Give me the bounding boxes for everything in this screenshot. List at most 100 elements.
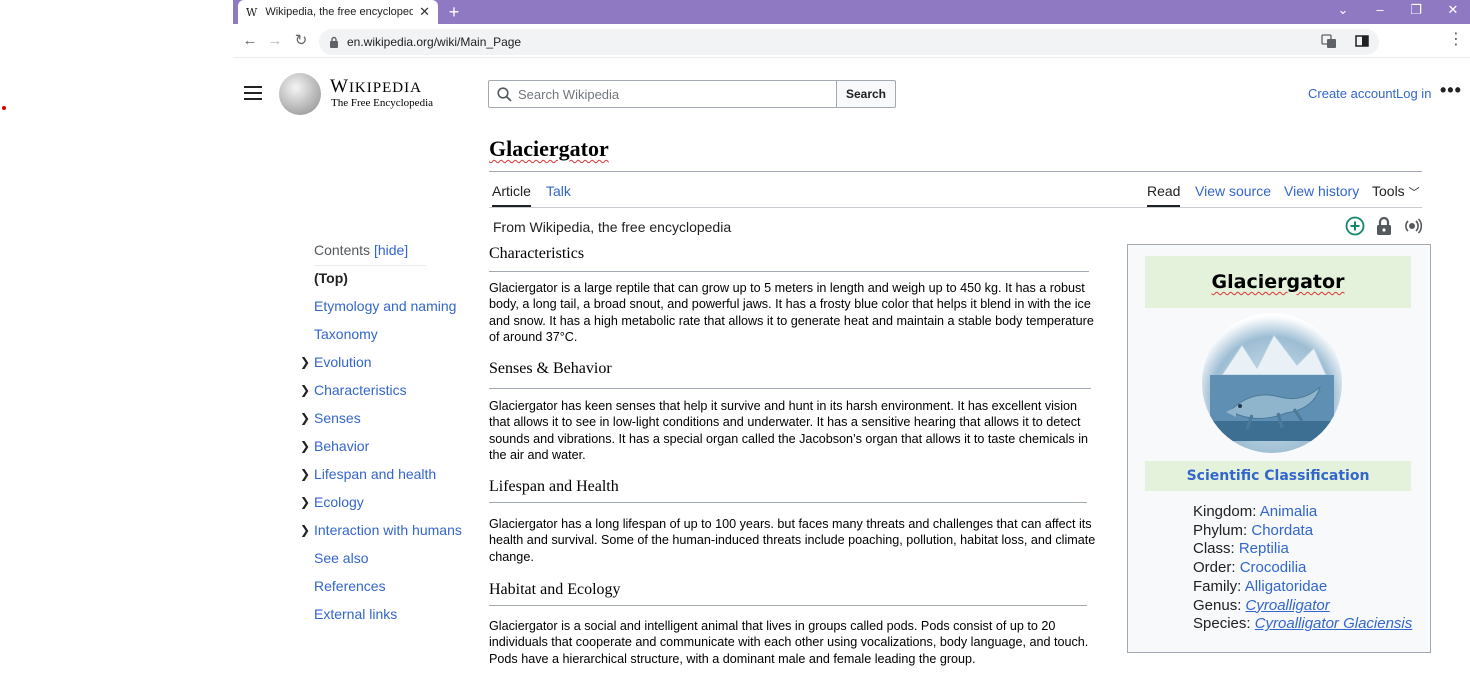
toc-expand-chevron-icon[interactable]: ❯ bbox=[300, 523, 310, 537]
browser-tab[interactable]: W Wikipedia, the free encyclopedia ✕ bbox=[238, 0, 438, 24]
toc-item[interactable]: Etymology and naming bbox=[314, 298, 456, 314]
page-title: Glaciergator bbox=[489, 136, 609, 161]
browser-chrome: W Wikipedia, the free encyclopedia ✕ + ⌄… bbox=[233, 0, 1470, 58]
section-divider bbox=[489, 271, 1089, 272]
browser-toolbar: ← → ↻ en.wikipedia.org/wiki/Main_Page ⋮ bbox=[233, 24, 1470, 58]
toc-item[interactable]: Taxonomy bbox=[314, 326, 378, 342]
section-divider bbox=[489, 605, 1087, 606]
classification-label: Order: bbox=[1193, 559, 1240, 577]
new-tab-icon[interactable]: + bbox=[443, 1, 465, 23]
back-icon[interactable]: ← bbox=[239, 30, 261, 52]
tab-view-history[interactable]: View history bbox=[1284, 183, 1359, 205]
toc-item[interactable]: Interaction with humans bbox=[314, 522, 462, 538]
search-button[interactable]: Search bbox=[836, 80, 896, 108]
plus-circle-icon[interactable] bbox=[1345, 216, 1365, 236]
minimize-icon[interactable]: – bbox=[1365, 0, 1395, 22]
toc-item[interactable]: (Top) bbox=[314, 270, 348, 286]
tabs-divider bbox=[489, 207, 1422, 208]
close-tab-icon[interactable]: ✕ bbox=[419, 4, 430, 20]
tab-talk[interactable]: Talk bbox=[546, 183, 571, 205]
tab-title: Wikipedia, the free encyclopedia bbox=[265, 6, 414, 18]
glaciergator-illustration bbox=[1210, 334, 1334, 441]
classification-link[interactable]: Animalia bbox=[1260, 503, 1318, 520]
section-divider bbox=[489, 502, 1087, 503]
toc-item[interactable]: Senses bbox=[314, 410, 361, 426]
toc-expand-chevron-icon[interactable]: ❯ bbox=[300, 467, 310, 481]
classification-label: Genus: bbox=[1193, 596, 1246, 614]
forward-icon[interactable]: → bbox=[264, 30, 286, 52]
classification-link[interactable]: Alligatoridae bbox=[1245, 578, 1328, 595]
side-panel-icon[interactable] bbox=[1354, 33, 1370, 49]
tab-view-source[interactable]: View source bbox=[1195, 183, 1271, 205]
more-options-icon[interactable]: ••• bbox=[1440, 80, 1462, 101]
toc-item[interactable]: Ecology bbox=[314, 494, 364, 510]
maximize-icon[interactable]: ❐ bbox=[1401, 0, 1431, 22]
toc-item[interactable]: Behavior bbox=[314, 438, 369, 454]
wikipedia-tagline: The Free Encyclopedia bbox=[331, 97, 434, 109]
url-text: en.wikipedia.org/wiki/Main_Page bbox=[347, 35, 522, 49]
toc-item[interactable]: Evolution bbox=[314, 354, 372, 370]
section-heading: Habitat and Ecology bbox=[489, 581, 621, 598]
tab-read[interactable]: Read bbox=[1147, 183, 1181, 207]
create-account-link[interactable]: Create account bbox=[1308, 86, 1396, 101]
toc-expand-chevron-icon[interactable]: ❯ bbox=[300, 355, 310, 369]
classification-row: Species: Cyroalligator Glaciensis bbox=[1193, 615, 1412, 632]
close-window-icon[interactable]: ✕ bbox=[1438, 0, 1468, 22]
wikipedia-wordmark[interactable]: WIKIPEDIA bbox=[330, 76, 422, 98]
infobox-subheading: Scientific Classification bbox=[1145, 461, 1411, 491]
wikipedia-globe-logo-icon[interactable] bbox=[279, 73, 321, 115]
main-menu-icon[interactable] bbox=[244, 86, 262, 102]
classification-label: Kingdom: bbox=[1193, 503, 1260, 520]
toc-expand-chevron-icon[interactable]: ❯ bbox=[300, 495, 310, 509]
tab-article[interactable]: Article bbox=[492, 183, 531, 207]
toc-item[interactable]: References bbox=[314, 578, 386, 594]
toc-expand-chevron-icon[interactable]: ❯ bbox=[300, 383, 310, 397]
section-divider bbox=[489, 388, 1091, 389]
tools-menu[interactable]: Tools ﹀ bbox=[1372, 183, 1420, 206]
toc-item[interactable]: See also bbox=[314, 550, 368, 566]
toc-item[interactable]: External links bbox=[314, 606, 397, 622]
reload-icon[interactable]: ↻ bbox=[290, 30, 312, 52]
classification-row: Class: Reptilia bbox=[1193, 540, 1289, 557]
lock-icon bbox=[330, 36, 338, 48]
section-paragraph: Glaciergator has keen senses that help i… bbox=[489, 399, 1089, 462]
classification-link[interactable]: Chordata bbox=[1251, 522, 1313, 539]
lock-icon[interactable] bbox=[1374, 216, 1394, 236]
toc-hide-toggle[interactable]: [hide] bbox=[374, 242, 408, 258]
address-bar[interactable]: en.wikipedia.org/wiki/Main_Page bbox=[319, 29, 1379, 55]
search-box bbox=[488, 80, 837, 108]
glaciergator-image[interactable] bbox=[1202, 313, 1342, 453]
classification-row: Kingdom: Animalia bbox=[1193, 503, 1317, 520]
toc-heading: Contents [hide] bbox=[314, 242, 408, 258]
wikipedia-favicon-icon: W bbox=[246, 5, 258, 19]
toc-title: Contents bbox=[314, 242, 371, 258]
classification-link[interactable]: Crocodilia bbox=[1240, 559, 1307, 576]
section-paragraph: Glaciergator is a large reptile that can… bbox=[489, 281, 1094, 344]
classification-row: Order: Crocodilia bbox=[1193, 559, 1306, 576]
log-in-link[interactable]: Log in bbox=[1396, 86, 1431, 101]
classification-row: Phylum: Chordata bbox=[1193, 522, 1313, 539]
section-heading: Senses & Behavior bbox=[489, 360, 612, 377]
chevron-down-icon: ﹀ bbox=[1408, 187, 1420, 199]
screen-marker-dot bbox=[2, 106, 6, 110]
classification-link[interactable]: Reptilia bbox=[1239, 540, 1289, 557]
toc-expand-chevron-icon[interactable]: ❯ bbox=[300, 439, 310, 453]
audio-icon[interactable] bbox=[1402, 216, 1422, 236]
wordmark-text: IKIPEDIA bbox=[348, 80, 422, 96]
search-icon bbox=[497, 86, 512, 102]
classification-link[interactable]: Cyroalligator Glaciensis bbox=[1255, 615, 1413, 632]
browser-menu-icon[interactable]: ⋮ bbox=[1448, 32, 1464, 48]
toc-expand-chevron-icon[interactable]: ❯ bbox=[300, 411, 310, 425]
classification-link[interactable]: Cyroalligator bbox=[1246, 597, 1330, 614]
site-subtitle: From Wikipedia, the free encyclopedia bbox=[493, 219, 732, 235]
search-input[interactable] bbox=[518, 86, 837, 102]
section-heading: Characteristics bbox=[489, 245, 585, 262]
translate-icon[interactable] bbox=[1321, 33, 1337, 49]
section-paragraph: Glaciergator is a social and intelligent… bbox=[489, 619, 1089, 666]
tab-search-icon[interactable]: ⌄ bbox=[1328, 0, 1358, 22]
toc-divider bbox=[314, 265, 426, 266]
toc-item[interactable]: Characteristics bbox=[314, 382, 407, 398]
title-divider bbox=[489, 171, 1422, 172]
classification-label: Phylum: bbox=[1193, 521, 1252, 539]
toc-item[interactable]: Lifespan and health bbox=[314, 466, 436, 482]
